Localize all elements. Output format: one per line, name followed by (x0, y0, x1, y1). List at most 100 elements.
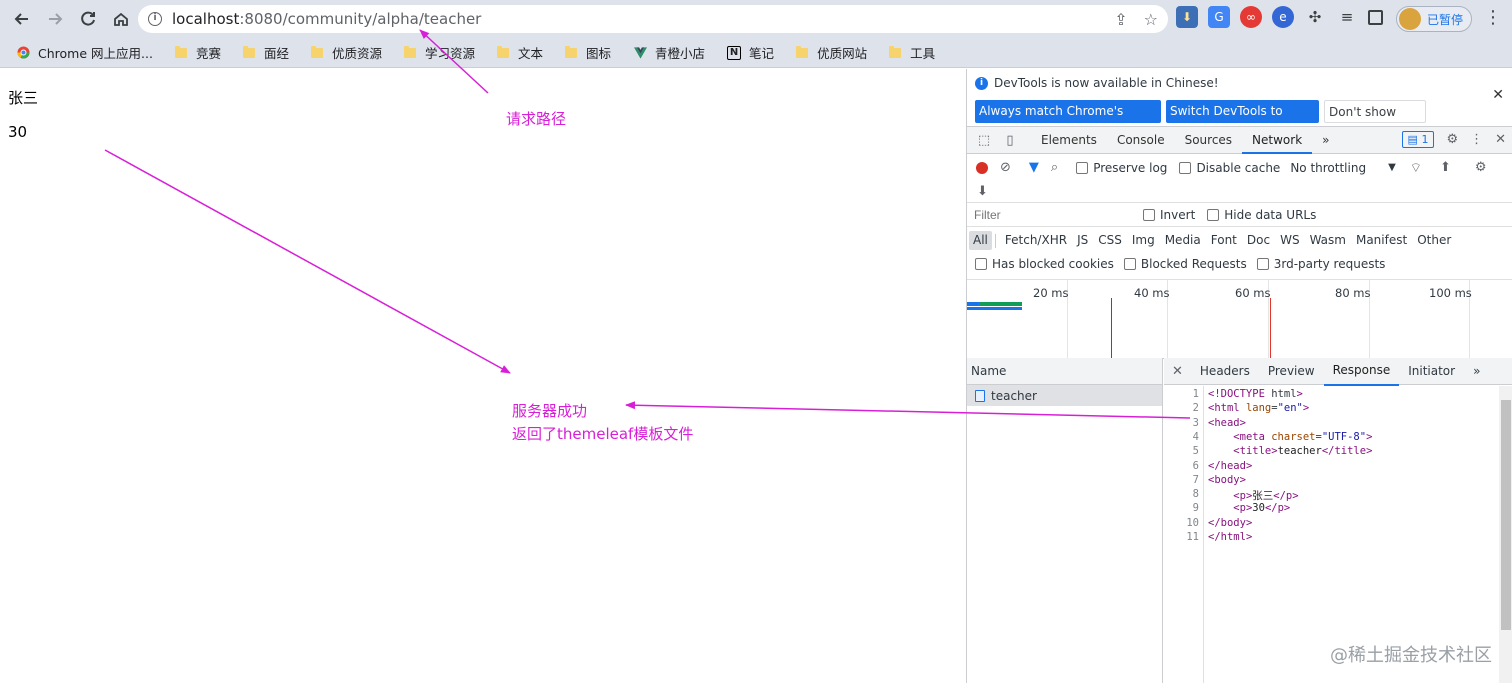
extension-infinity-icon[interactable]: ∞ (1240, 6, 1262, 28)
bookmark-folder[interactable]: 竞赛 (174, 43, 221, 62)
hide-data-urls-checkbox[interactable]: Hide data URLs (1207, 208, 1316, 222)
bookmark-folder[interactable]: 工具 (889, 43, 935, 62)
bookmark-star-icon[interactable]: ☆ (1144, 10, 1158, 29)
request-row[interactable]: teacher (967, 385, 1162, 406)
reading-list-icon[interactable]: ≡ (1336, 6, 1358, 28)
disable-cache-checkbox[interactable]: Disable cache (1179, 161, 1280, 175)
type-all[interactable]: All (969, 231, 992, 250)
import-har-icon[interactable]: ⬆ (1440, 160, 1451, 175)
bookmark-notion[interactable]: N 笔记 (727, 43, 774, 62)
filter-input[interactable] (971, 204, 1131, 225)
type-ws[interactable]: WS (1276, 231, 1303, 250)
bookmark-folder[interactable]: 图标 (565, 43, 611, 62)
tab-response[interactable]: Response (1323, 357, 1400, 386)
extension-edge-icon[interactable]: e (1272, 6, 1294, 28)
invert-checkbox[interactable]: Invert (1143, 208, 1195, 222)
type-css[interactable]: CSS (1094, 231, 1126, 250)
bookmark-folder[interactable]: 面经 (242, 43, 289, 62)
bookmark-folder[interactable]: 学习资源 (403, 43, 475, 62)
type-media[interactable]: Media (1161, 231, 1205, 250)
response-scrollbar[interactable] (1499, 386, 1512, 683)
extensions-puzzle-icon[interactable]: ✣ (1304, 6, 1326, 28)
record-icon[interactable] (976, 161, 988, 174)
side-panel-icon[interactable] (1368, 9, 1383, 25)
bookmark-vue[interactable]: 青橙小店 (633, 43, 705, 62)
line-number-gutter: 1 2 3 4 5 6 7 8 9 10 11 (1164, 386, 1204, 683)
type-doc[interactable]: Doc (1243, 231, 1274, 250)
bookmark-label: 优质资源 (331, 46, 382, 61)
code-line: <!DOCTYPE html> (1208, 388, 1303, 400)
throttling-select[interactable]: No throttling ▼ (1290, 161, 1395, 175)
type-manifest[interactable]: Manifest (1352, 231, 1411, 250)
switch-chinese-button[interactable]: Switch DevTools to Chinese (1166, 100, 1319, 141)
tab-console[interactable]: Console (1107, 127, 1175, 154)
more-tabs-icon[interactable]: » (1312, 127, 1339, 154)
more-detail-tabs-icon[interactable]: » (1464, 358, 1489, 385)
tab-elements[interactable]: Elements (1031, 127, 1107, 154)
type-img[interactable]: Img (1128, 231, 1159, 250)
dont-show-again-button[interactable]: Don't show again (1324, 100, 1426, 142)
page-viewport: 张三 30 (0, 69, 966, 683)
export-har-icon[interactable]: ⬇ (977, 184, 988, 199)
extension-download-icon[interactable]: ⬇ (1176, 6, 1198, 28)
third-party-checkbox[interactable]: 3rd-party requests (1256, 257, 1385, 271)
tab-network[interactable]: Network (1242, 127, 1313, 154)
tab-preview[interactable]: Preview (1259, 358, 1324, 385)
chrome-menu-icon[interactable]: ⋮ (1484, 8, 1502, 28)
blocked-cookies-checkbox[interactable]: Has blocked cookies (975, 257, 1114, 271)
extension-translate-icon[interactable]: G (1208, 6, 1230, 28)
close-devtools-icon[interactable]: ✕ (1495, 132, 1506, 147)
devtools-menu-icon[interactable]: ⋮ (1470, 132, 1483, 147)
site-info-icon[interactable]: i (148, 12, 162, 26)
bookmarks-bar: Chrome 网上应用... 竞赛 面经 优质资源 学习资源 文本 图标 青橙小… (0, 38, 1512, 68)
bookmark-label: 笔记 (749, 46, 775, 61)
bookmark-folder[interactable]: 文本 (497, 43, 543, 62)
bookmark-folder[interactable]: 优质资源 (310, 43, 382, 62)
network-toolbar-row2: ⬇ (967, 181, 1512, 203)
line-number: 11 (1186, 531, 1199, 543)
scrollbar-thumb[interactable] (1501, 400, 1511, 630)
reload-icon[interactable] (74, 5, 102, 33)
match-language-button[interactable]: Always match Chrome's language (975, 100, 1161, 141)
back-icon[interactable] (8, 5, 36, 33)
timeline-tick: 40 ms (1134, 286, 1170, 300)
type-wasm[interactable]: Wasm (1306, 231, 1350, 250)
tab-headers[interactable]: Headers (1191, 358, 1259, 385)
clear-icon[interactable]: ⊘ (1000, 160, 1011, 175)
type-fetch-xhr[interactable]: Fetch/XHR (1001, 231, 1071, 250)
url-text[interactable]: localhost:8080/community/alpha/teacher (172, 10, 481, 28)
search-icon[interactable]: ⌕ (1051, 160, 1058, 175)
disable-cache-label: Disable cache (1196, 160, 1281, 175)
type-js[interactable]: JS (1073, 231, 1092, 250)
type-font[interactable]: Font (1207, 231, 1241, 250)
forward-icon[interactable] (41, 5, 69, 33)
share-icon[interactable]: ⇪ (1114, 10, 1127, 29)
response-body[interactable]: 1 2 3 4 5 6 7 8 9 10 11 <!DOCTYPE html> <html lang=… (1164, 386, 1499, 683)
code-line: <html lang="en"> (1208, 402, 1310, 415)
filter-icon[interactable]: ▼ (1029, 160, 1039, 175)
blocked-cookies-label: Has blocked cookies (992, 256, 1114, 271)
network-conditions-icon[interactable]: ⌔ (1410, 160, 1422, 176)
settings-gear-icon[interactable]: ⚙ (1446, 132, 1458, 147)
blocked-requests-checkbox[interactable]: Blocked Requests (1123, 257, 1247, 271)
profile-button[interactable]: 已暂停 (1396, 6, 1472, 32)
devtools-panel: i DevTools is now available in Chinese! A… (966, 69, 1512, 683)
code-line: </html> (1208, 531, 1253, 543)
name-column-header[interactable]: Name (967, 358, 1162, 385)
issues-badge[interactable]: ▤ 1 (1401, 131, 1435, 148)
bookmark-chrome-webstore[interactable]: Chrome 网上应用... (16, 43, 153, 62)
close-detail-icon[interactable]: ✕ (1172, 364, 1183, 379)
device-toolbar-icon[interactable]: ▯ (1001, 131, 1019, 149)
inspect-element-icon[interactable]: ⬚ (975, 131, 993, 149)
tab-sources[interactable]: Sources (1175, 127, 1242, 154)
network-settings-icon[interactable]: ⚙ (1475, 160, 1487, 175)
home-icon[interactable] (107, 5, 135, 33)
network-overview-timeline[interactable]: 20 ms 40 ms 60 ms 80 ms 100 ms (967, 279, 1512, 360)
address-bar[interactable]: i localhost:8080/community/alpha/teacher… (138, 5, 1168, 33)
close-banner-icon[interactable]: ✕ (1492, 87, 1504, 103)
bookmark-folder[interactable]: 优质网站 (796, 43, 867, 62)
preserve-log-checkbox[interactable]: Preserve log (1076, 161, 1167, 175)
line-number: 3 (1192, 416, 1199, 429)
type-other[interactable]: Other (1413, 231, 1455, 250)
tab-initiator[interactable]: Initiator (1399, 358, 1464, 385)
